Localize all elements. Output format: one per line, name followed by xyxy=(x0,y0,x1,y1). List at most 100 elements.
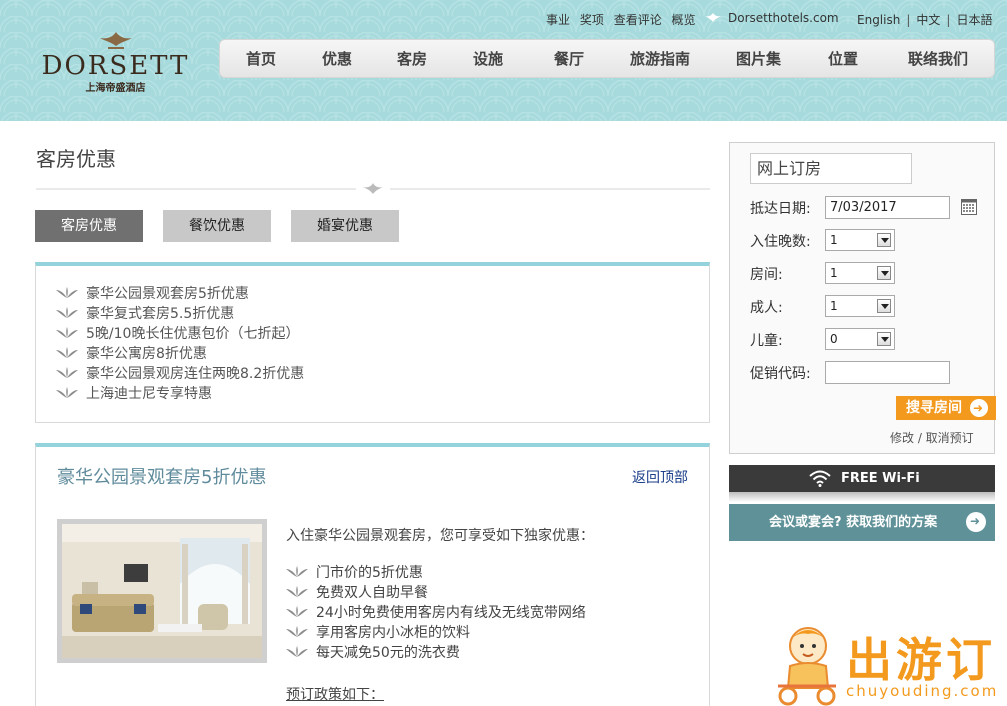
leaf-bullet-icon xyxy=(286,586,308,597)
watermark-brand-cn: 出游订 xyxy=(846,634,996,686)
offer-link[interactable]: 豪华公园景观套房5折优惠 xyxy=(56,283,304,303)
leaf-bullet-icon xyxy=(56,367,78,378)
adults-label: 成人: xyxy=(750,300,783,316)
wifi-icon xyxy=(809,470,831,487)
rooms-value: 1 xyxy=(830,266,838,280)
nav-facilities[interactable]: 设施 xyxy=(473,40,503,79)
search-rooms-button[interactable]: 搜寻房间 xyxy=(896,396,996,420)
header: DORSETT 上海帝盛酒店 事业 奖项 查看评论 概览 Dorsetthote… xyxy=(0,0,1007,121)
back-to-top-link[interactable]: 返回顶部 xyxy=(632,467,688,487)
lang-english[interactable]: English xyxy=(857,13,900,27)
page-title: 客房优惠 xyxy=(36,147,116,171)
nav-location[interactable]: 位置 xyxy=(828,40,858,79)
nav-offers[interactable]: 优惠 xyxy=(322,40,352,79)
rooms-label: 房间: xyxy=(750,267,783,283)
leaf-bullet-icon xyxy=(286,566,308,577)
modify-cancel-link[interactable]: 修改 / 取消预订 xyxy=(890,429,974,446)
watermark-brand-text: 出游订 xyxy=(846,633,996,687)
top-link-overview[interactable]: 概览 xyxy=(672,13,696,27)
offer-link-text: 上海迪士尼专享特惠 xyxy=(86,386,212,402)
lang-separator: | xyxy=(906,13,911,27)
promo-label: 促销代码: xyxy=(750,366,811,382)
leaf-bullet-icon xyxy=(56,347,78,358)
rooms-select[interactable]: 1 xyxy=(825,262,895,284)
children-select[interactable]: 0 xyxy=(825,328,895,350)
adults-select[interactable]: 1 xyxy=(825,295,895,317)
offer-intro: 入住豪华公园景观套房，您可享受如下独家优惠： xyxy=(286,528,594,544)
perk-text: 享用客房内小冰柜的饮料 xyxy=(316,625,470,641)
logo-emblem-icon xyxy=(99,32,132,49)
top-links: 事业 奖项 查看评论 概览 xyxy=(546,11,702,28)
nav-home[interactable]: 首页 xyxy=(246,40,276,79)
lang-japanese[interactable]: 日本語 xyxy=(956,13,992,27)
offer-detail-panel: 豪华公园景观套房5折优惠 返回顶部 入住豪华公园景观套房，您可享受如下独家优惠：… xyxy=(35,443,710,706)
top-link-business[interactable]: 事业 xyxy=(546,13,570,27)
perk-text: 24小时免费使用客房内有线及无线宽带网络 xyxy=(316,605,586,621)
top-link-awards[interactable]: 奖项 xyxy=(580,13,604,27)
banner-shadow xyxy=(729,492,995,502)
offer-list: 豪华公园景观套房5折优惠 豪华复式套房5.5折优惠 5晚/10晚长住优惠包价（七… xyxy=(56,283,304,403)
leaf-bullet-icon xyxy=(56,307,78,318)
free-wifi-banner[interactable]: FREE Wi-Fi xyxy=(729,465,995,492)
search-rooms-label: 搜寻房间 xyxy=(906,400,962,416)
booking-policy-heading: 预订政策如下： xyxy=(286,687,384,703)
children-label: 儿童: xyxy=(750,333,783,349)
offer-link[interactable]: 豪华公园景观房连住两晚8.2折优惠 xyxy=(56,363,304,383)
arrow-right-icon xyxy=(966,503,986,540)
perk-item: 24小时免费使用客房内有线及无线宽带网络 xyxy=(286,602,586,622)
leaf-bullet-icon xyxy=(56,287,78,298)
site-link[interactable]: Dorsetthotels.com xyxy=(704,11,839,25)
offer-link-text: 豪华复式套房5.5折优惠 xyxy=(86,306,235,322)
perk-item: 免费双人自助早餐 xyxy=(286,582,586,602)
language-switcher: English | 中文 | 日本語 xyxy=(857,11,992,28)
logo-brand: DORSETT xyxy=(41,51,190,81)
nav-travel-guide[interactable]: 旅游指南 xyxy=(630,40,690,79)
nav-gallery[interactable]: 图片集 xyxy=(736,40,781,79)
dropdown-arrow-icon xyxy=(877,233,891,247)
offer-link-text: 豪华公园景观套房5折优惠 xyxy=(86,286,249,302)
mascot-illustration xyxy=(778,627,836,706)
dropdown-arrow-icon xyxy=(877,299,891,313)
offer-link-text: 豪华公寓房8折优惠 xyxy=(86,346,207,362)
adults-value: 1 xyxy=(830,299,838,313)
main-nav: 首页 优惠 客房 设施 餐厅 旅游指南 图片集 位置 联络我们 xyxy=(219,39,995,78)
leaf-bullet-icon xyxy=(56,387,78,398)
perk-item: 享用客房内小冰柜的饮料 xyxy=(286,622,586,642)
offer-link[interactable]: 豪华复式套房5.5折优惠 xyxy=(56,303,304,323)
perk-item: 每天减免50元的洗衣费 xyxy=(286,642,586,662)
suite-illustration xyxy=(62,524,262,658)
leaf-bullet-icon xyxy=(286,626,308,637)
tab-wedding-offers[interactable]: 婚宴优惠 xyxy=(291,210,399,242)
meeting-banner[interactable]: 会议或宴会? 获取我们的方案 xyxy=(729,503,995,541)
offer-detail-title: 豪华公园景观套房5折优惠 xyxy=(57,467,267,488)
offer-link[interactable]: 上海迪士尼专享特惠 xyxy=(56,383,304,403)
tab-room-offers[interactable]: 客房优惠 xyxy=(35,210,143,242)
top-link-reviews[interactable]: 查看评论 xyxy=(614,13,662,27)
lang-chinese[interactable]: 中文 xyxy=(916,13,940,27)
arrival-label: 抵达日期: xyxy=(750,201,811,217)
perk-text: 每天减免50元的洗衣费 xyxy=(316,645,460,661)
leaf-bullet-icon xyxy=(56,327,78,338)
hotel-logo[interactable]: DORSETT 上海帝盛酒店 xyxy=(33,30,198,94)
nav-contact[interactable]: 联络我们 xyxy=(908,40,968,79)
offer-list-panel: 豪华公园景观套房5折优惠 豪华复式套房5.5折优惠 5晚/10晚长住优惠包价（七… xyxy=(35,262,710,423)
dropdown-arrow-icon xyxy=(877,332,891,346)
tab-dining-offers[interactable]: 餐饮优惠 xyxy=(163,210,271,242)
nav-rooms[interactable]: 客房 xyxy=(397,40,427,79)
calendar-icon[interactable] xyxy=(961,198,977,215)
arrival-date-input[interactable]: 7/03/2017 xyxy=(825,196,950,219)
wifi-label: FREE Wi-Fi xyxy=(841,471,920,486)
watermark-logo: 出游订 chuyouding.com xyxy=(768,624,1007,706)
meeting-label: 会议或宴会? 获取我们的方案 xyxy=(769,515,938,530)
dropdown-arrow-icon xyxy=(877,266,891,280)
nav-dining[interactable]: 餐厅 xyxy=(554,40,584,79)
perk-text: 门市价的5折优惠 xyxy=(316,565,423,581)
nights-select[interactable]: 1 xyxy=(825,229,895,251)
ornament-divider xyxy=(36,183,710,194)
promo-code-input[interactable] xyxy=(825,361,950,384)
perk-text: 免费双人自助早餐 xyxy=(316,585,428,601)
suite-photo xyxy=(57,519,267,663)
offer-link[interactable]: 豪华公寓房8折优惠 xyxy=(56,343,304,363)
site-link-text: Dorsetthotels.com xyxy=(728,11,839,25)
offer-link[interactable]: 5晚/10晚长住优惠包价（七折起） xyxy=(56,323,304,343)
